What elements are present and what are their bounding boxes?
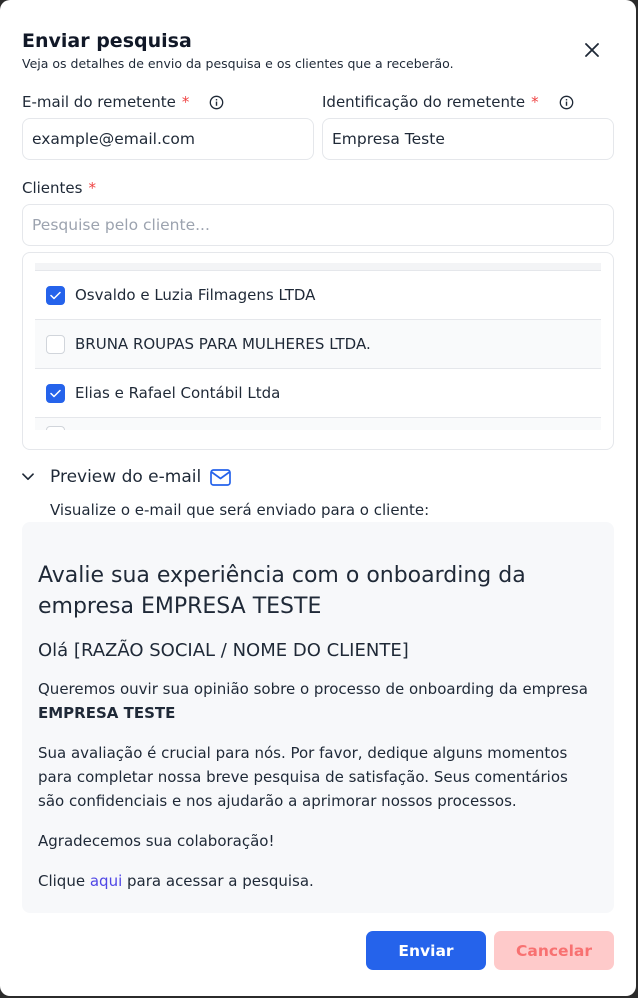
email-paragraph-text: para acessar a pesquisa. xyxy=(127,872,314,890)
sender-id-label: Identificação do remetente * xyxy=(322,93,574,111)
list-item xyxy=(35,263,601,271)
dialog-header: Enviar pesquisa Veja os detalhes de envi… xyxy=(22,30,614,71)
sender-email-label-text: E-mail do remetente xyxy=(22,93,176,111)
required-mark: * xyxy=(531,93,539,111)
send-survey-dialog: Enviar pesquisa Veja os detalhes de envi… xyxy=(0,0,636,996)
dialog-title: Enviar pesquisa xyxy=(22,30,192,52)
preview-description: Visualize o e-mail que será enviado para… xyxy=(50,501,430,519)
info-icon[interactable] xyxy=(209,95,224,110)
check-icon xyxy=(50,291,61,299)
client-name: BRUNA ROUPAS PARA MULHERES LTDA. xyxy=(75,335,371,353)
client-checkbox[interactable] xyxy=(46,383,65,403)
mail-icon xyxy=(210,468,232,486)
list-item[interactable]: BRUNA ROUPAS PARA MULHERES LTDA. xyxy=(35,320,601,369)
close-icon xyxy=(585,43,599,57)
clients-label-text: Clientes xyxy=(22,179,83,197)
email-company-name: EMPRESA TESTE xyxy=(38,704,176,722)
preview-toggle-label: Preview do e-mail xyxy=(50,467,202,487)
email-preview: Avalie sua experiência com o onboarding … xyxy=(22,522,614,913)
list-item[interactable]: Osvaldo e Luzia Filmagens LTDA xyxy=(35,271,601,320)
sender-email-label: E-mail do remetente * xyxy=(22,93,224,111)
check-icon xyxy=(50,389,61,397)
email-paragraph-text: Queremos ouvir sua opinião sobre o proce… xyxy=(38,680,588,698)
sender-id-field[interactable] xyxy=(322,118,614,160)
client-name: Osvaldo e Luzia Filmagens LTDA xyxy=(75,286,316,304)
list-item[interactable]: Elias e Rafael Contábil Ltda xyxy=(35,369,601,418)
email-paragraph: Sua avaliação é crucial para nós. Por fa… xyxy=(38,744,568,810)
required-mark: * xyxy=(181,93,190,111)
sender-email-field[interactable] xyxy=(22,118,314,160)
info-icon[interactable] xyxy=(559,95,574,110)
required-mark: * xyxy=(88,179,96,197)
client-checkbox[interactable] xyxy=(46,426,65,430)
email-greeting: Olá [RAZÃO SOCIAL / NOME DO CLIENTE] xyxy=(38,640,409,661)
client-list-scroll[interactable]: Osvaldo e Luzia Filmagens LTDA BRUNA ROU… xyxy=(35,263,601,430)
list-item xyxy=(35,418,601,430)
client-checkbox[interactable] xyxy=(46,334,65,354)
close-button[interactable] xyxy=(580,38,604,62)
email-paragraph: Clique aqui para acessar a pesquisa. xyxy=(38,869,598,893)
send-button[interactable]: Enviar xyxy=(366,931,486,970)
survey-link[interactable]: aqui xyxy=(90,872,122,890)
email-paragraph: Queremos ouvir sua opinião sobre o proce… xyxy=(38,677,598,725)
email-preview-toggle[interactable]: Preview do e-mail xyxy=(22,467,232,487)
sender-id-label-text: Identificação do remetente xyxy=(322,93,526,111)
client-list[interactable]: Osvaldo e Luzia Filmagens LTDA BRUNA ROU… xyxy=(22,252,614,450)
client-search-input[interactable] xyxy=(22,204,614,246)
client-checkbox[interactable] xyxy=(46,285,65,305)
email-paragraph: Agradecemos sua colaboração! xyxy=(38,832,275,850)
cancel-button[interactable]: Cancelar xyxy=(494,931,614,970)
client-name: Elias e Rafael Contábil Ltda xyxy=(75,384,281,402)
email-paragraph-text: Clique xyxy=(38,872,86,890)
email-title: Avalie sua experiência com o onboarding … xyxy=(38,563,526,619)
dialog-subtitle: Veja os detalhes de envio da pesquisa e … xyxy=(22,56,454,71)
email-content: Avalie sua experiência com o onboarding … xyxy=(38,560,598,893)
chevron-down-icon xyxy=(22,473,42,481)
clients-label: Clientes * xyxy=(22,179,96,197)
